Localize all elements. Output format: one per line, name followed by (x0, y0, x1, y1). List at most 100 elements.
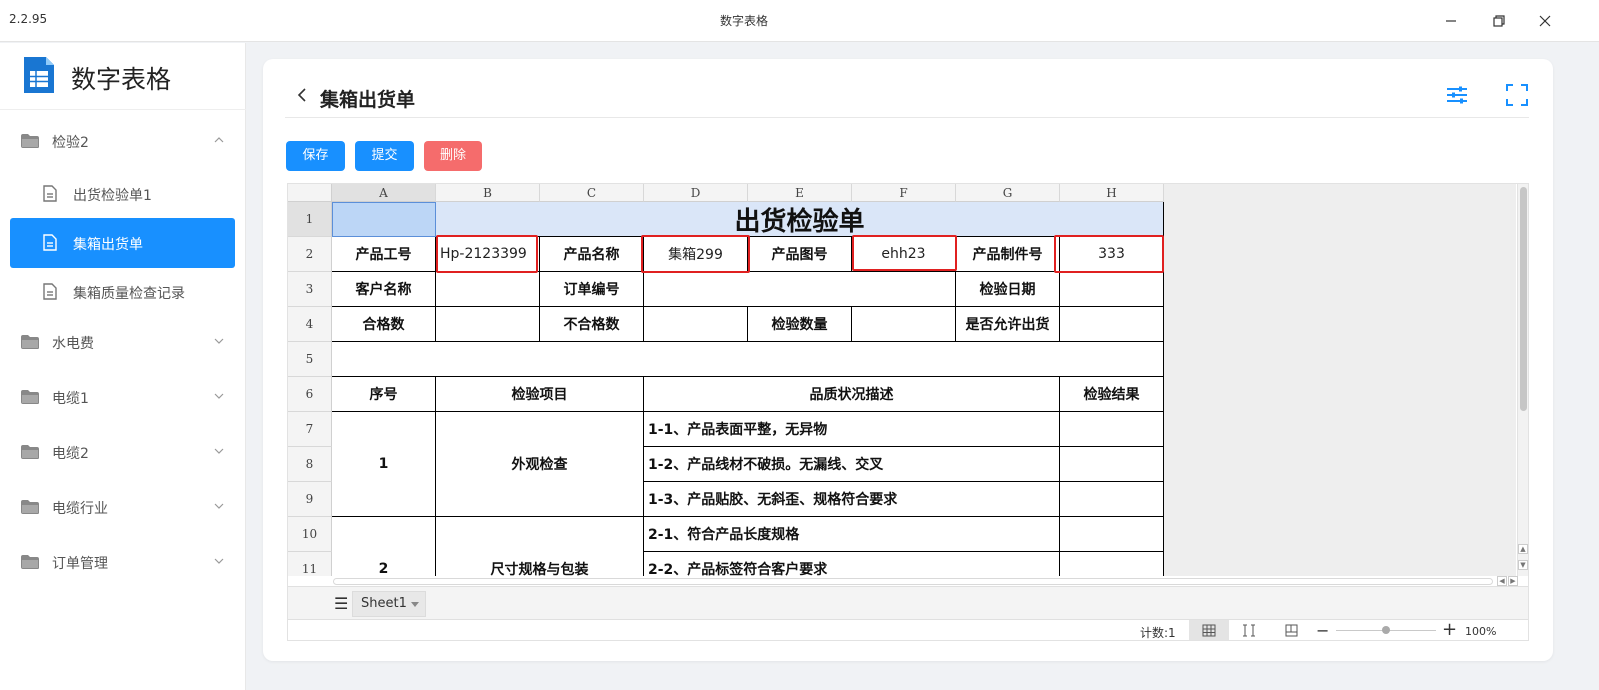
cell-d9[interactable]: 1-3、产品贴胶、无斜歪、规格符合要求 (644, 482, 1060, 517)
column-header-c[interactable]: C (540, 184, 644, 202)
column-header-e[interactable]: E (748, 184, 852, 202)
cell-b3[interactable] (436, 272, 540, 307)
nav-group-cable1[interactable]: 电缆1 (10, 372, 235, 422)
cell-c3[interactable]: 订单编号 (540, 272, 644, 307)
nav-group-inspection2[interactable]: 检验2 (10, 116, 235, 166)
back-arrow-icon[interactable] (295, 85, 309, 105)
nav-group-orders[interactable]: 订单管理 (10, 537, 235, 587)
sidebar-item-container-shipment[interactable]: 集箱出货单 (10, 218, 235, 268)
cell-h8[interactable] (1060, 447, 1164, 482)
zoom-slider-handle[interactable] (1382, 626, 1390, 634)
restore-icon[interactable] (1487, 9, 1511, 33)
settings-sliders-icon[interactable] (1445, 83, 1469, 107)
row-header-9[interactable]: 9 (288, 482, 332, 517)
cell-d3-merged[interactable] (644, 272, 956, 307)
cell-d7[interactable]: 1-1、产品表面平整，无异物 (644, 412, 1060, 447)
cell-d8[interactable]: 1-2、产品线材不破损。无漏线、交叉 (644, 447, 1060, 482)
column-header-d[interactable]: D (644, 184, 748, 202)
row-header-2[interactable]: 2 (288, 237, 332, 272)
cell-d4[interactable] (644, 307, 748, 342)
column-header-h[interactable]: H (1060, 184, 1164, 202)
cell-group2-item[interactable]: 尺寸规格与包装 (436, 517, 644, 576)
cell-g3[interactable]: 检验日期 (956, 272, 1060, 307)
cell-g2[interactable]: 产品制件号 (956, 237, 1060, 272)
cell-d10[interactable]: 2-1、符合产品长度规格 (644, 517, 1060, 552)
cell-f2[interactable]: ehh23 (852, 237, 956, 272)
horizontal-scroll-thumb[interactable] (333, 578, 1493, 585)
column-header-a[interactable]: A (332, 184, 436, 202)
cell-a2[interactable]: 产品工号 (332, 237, 436, 272)
cell-a5-merged[interactable] (332, 342, 1164, 377)
cell-h11[interactable] (1060, 552, 1164, 576)
chevron-down-icon (214, 448, 224, 454)
zoom-in-icon[interactable]: + (1442, 619, 1457, 640)
row-header-5[interactable]: 5 (288, 342, 332, 377)
scroll-down-icon[interactable]: ▼ (1518, 560, 1528, 570)
sheet-title-cell[interactable]: 出货检验单 (436, 202, 1164, 237)
sidebar-item-shipping-inspection[interactable]: 出货检验单1 (10, 169, 235, 219)
scroll-up-icon[interactable]: ▲ (1518, 544, 1528, 554)
zoom-out-icon[interactable]: − (1316, 621, 1329, 640)
row-header-10[interactable]: 10 (288, 517, 332, 552)
scroll-left-icon[interactable]: ◀ (1497, 576, 1507, 586)
cell-b6[interactable]: 检验项目 (436, 377, 644, 412)
row-header-1[interactable]: 1 (288, 202, 332, 237)
page-break-view-button[interactable] (1231, 620, 1271, 640)
cell-h4[interactable] (1060, 307, 1164, 342)
vertical-scrollbar[interactable]: ▲ ▼ (1517, 184, 1528, 576)
cell-h3[interactable] (1060, 272, 1164, 307)
cell-group1-item[interactable]: 外观检查 (436, 412, 644, 517)
fullscreen-icon[interactable] (1505, 83, 1529, 107)
row-header-4[interactable]: 4 (288, 307, 332, 342)
submit-button[interactable]: 提交 (355, 141, 414, 171)
page-layout-view-button[interactable] (1272, 620, 1312, 640)
nav-group-utilities[interactable]: 水电费 (10, 317, 235, 367)
cell-h9[interactable] (1060, 482, 1164, 517)
minimize-icon[interactable] (1439, 9, 1463, 33)
normal-view-button[interactable] (1189, 620, 1229, 640)
cell-f4[interactable] (852, 307, 956, 342)
row-header-6[interactable]: 6 (288, 377, 332, 412)
vertical-scroll-thumb[interactable] (1520, 187, 1527, 411)
row-header-11[interactable]: 11 (288, 552, 332, 576)
sheet-tab[interactable]: Sheet1 (352, 591, 426, 617)
chevron-up-icon (214, 137, 224, 143)
select-all-corner[interactable] (288, 184, 332, 202)
cell-h10[interactable] (1060, 517, 1164, 552)
cell-a3[interactable]: 客户名称 (332, 272, 436, 307)
save-button[interactable]: 保存 (286, 141, 345, 171)
cell-a1[interactable] (332, 202, 436, 237)
cell-b2[interactable]: Hp-2123399 (436, 237, 540, 272)
cell-a4[interactable]: 合格数 (332, 307, 436, 342)
cell-d2[interactable]: 集箱299 (644, 237, 748, 272)
nav-group-cable-industry[interactable]: 电缆行业 (10, 482, 235, 532)
cell-h6[interactable]: 检验结果 (1060, 377, 1164, 412)
cell-c2[interactable]: 产品名称 (540, 237, 644, 272)
row-header-7[interactable]: 7 (288, 412, 332, 447)
sidebar-item-quality-record[interactable]: 集箱质量检查记录 (10, 267, 235, 317)
cell-g4[interactable]: 是否允许出货 (956, 307, 1060, 342)
cell-d6[interactable]: 品质状况描述 (644, 377, 1060, 412)
column-header-g[interactable]: G (956, 184, 1060, 202)
cell-d11[interactable]: 2-2、产品标签符合客户要求 (644, 552, 1060, 576)
nav-group-cable2[interactable]: 电缆2 (10, 427, 235, 477)
cell-h7[interactable] (1060, 412, 1164, 447)
cell-group1-no[interactable]: 1 (332, 412, 436, 517)
close-icon[interactable] (1533, 9, 1557, 33)
column-header-b[interactable]: B (436, 184, 540, 202)
cell-group2-no[interactable]: 2 (332, 517, 436, 576)
cell-e2[interactable]: 产品图号 (748, 237, 852, 272)
cell-h2[interactable]: 333 (1060, 237, 1164, 272)
row-header-3[interactable]: 3 (288, 272, 332, 307)
horizontal-scrollbar[interactable]: ◀ ▶ (332, 576, 1518, 586)
delete-button[interactable]: 删除 (424, 141, 482, 171)
row-header-8[interactable]: 8 (288, 447, 332, 482)
cell-a6[interactable]: 序号 (332, 377, 436, 412)
cell-b4[interactable] (436, 307, 540, 342)
column-header-f[interactable]: F (852, 184, 956, 202)
caret-down-icon[interactable] (411, 602, 419, 607)
cell-e4[interactable]: 检验数量 (748, 307, 852, 342)
scroll-right-icon[interactable]: ▶ (1508, 576, 1518, 586)
sheet-list-menu-icon[interactable]: ☰ (334, 594, 348, 613)
cell-c4[interactable]: 不合格数 (540, 307, 644, 342)
